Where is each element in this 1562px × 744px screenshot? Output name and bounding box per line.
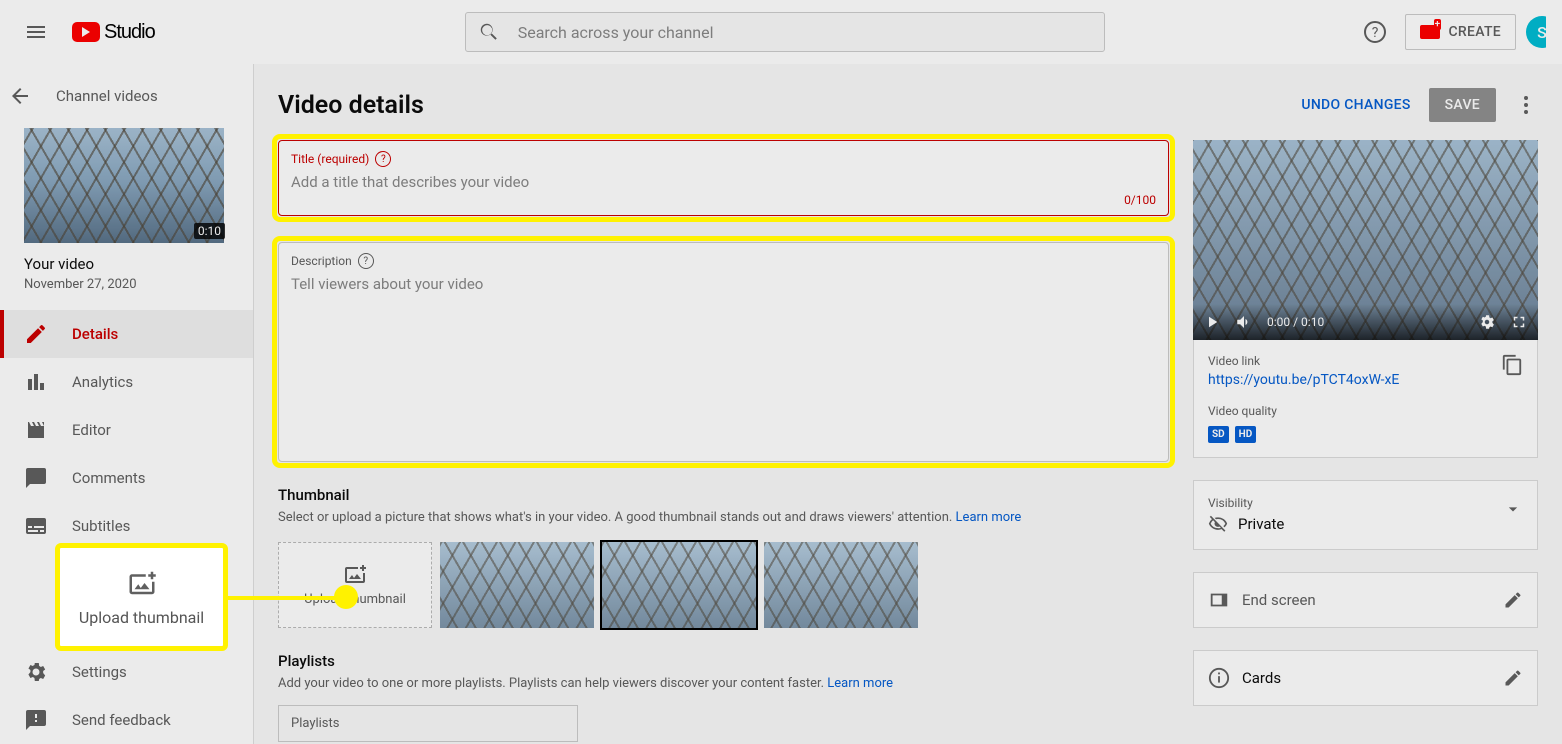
player-time: 0:00 / 0:10: [1267, 315, 1324, 329]
sidebar-video-date: November 27, 2020: [24, 277, 229, 292]
auto-thumbnail-1[interactable]: [440, 542, 594, 628]
sidebar-item-editor[interactable]: Editor: [0, 406, 253, 454]
playlists-learn-more[interactable]: Learn more: [827, 676, 893, 691]
video-thumbnail-preview[interactable]: 0:10: [24, 128, 229, 243]
description-input[interactable]: [291, 269, 1156, 295]
playlists-heading: Playlists: [278, 652, 1169, 670]
thumbnail-learn-more[interactable]: Learn more: [956, 510, 1022, 525]
pencil-icon[interactable]: [1503, 590, 1523, 610]
title-char-count: 0/100: [291, 193, 1156, 207]
search-placeholder: Search across your channel: [518, 23, 714, 42]
tutorial-callout-dot: [334, 585, 358, 609]
video-player[interactable]: 0:00 / 0:10: [1193, 140, 1538, 340]
more-options-icon[interactable]: [1514, 93, 1538, 117]
help-icon[interactable]: ?: [375, 151, 391, 167]
visibility-selector[interactable]: Visibility Private: [1193, 480, 1538, 550]
undo-changes-button[interactable]: UNDO CHANGES: [1301, 97, 1410, 113]
page-title: Video details: [278, 91, 424, 120]
playlists-select[interactable]: Playlists: [278, 705, 578, 742]
arrow-back-icon: [8, 84, 32, 108]
hd-badge: HD: [1235, 426, 1257, 443]
comments-icon: [24, 466, 48, 490]
cards-row[interactable]: Cards: [1193, 650, 1538, 706]
sidebar-item-feedback[interactable]: Send feedback: [0, 696, 253, 744]
video-quality-label: Video quality: [1208, 404, 1523, 418]
pencil-icon[interactable]: [1503, 668, 1523, 688]
description-field[interactable]: Description ?: [278, 242, 1169, 462]
sidebar-item-comments[interactable]: Comments: [0, 454, 253, 502]
analytics-icon: [24, 370, 48, 394]
thumbnail-heading: Thumbnail: [278, 486, 1169, 504]
info-icon: [1208, 667, 1230, 689]
video-link-label: Video link: [1208, 354, 1399, 368]
upload-thumbnail-button[interactable]: Upload thumbnail: [278, 542, 432, 628]
sidebar-item-analytics[interactable]: Analytics: [0, 358, 253, 406]
add-image-icon: [127, 568, 157, 598]
sd-badge: SD: [1208, 426, 1229, 443]
logo-text: Studio: [104, 21, 155, 44]
video-info-card: Video link https://youtu.be/pTCT4oxW-xE …: [1193, 340, 1538, 458]
save-button[interactable]: SAVE: [1429, 88, 1496, 122]
search-input[interactable]: Search across your channel: [465, 12, 1105, 52]
search-icon: [478, 21, 500, 43]
visibility-off-icon: [1208, 514, 1228, 534]
subtitles-icon: [24, 514, 48, 538]
play-icon[interactable]: [1203, 313, 1221, 331]
sidebar-video-title: Your video: [24, 255, 229, 273]
sidebar-item-settings[interactable]: Settings: [0, 648, 253, 696]
tutorial-callout: Upload thumbnail: [55, 543, 228, 651]
gear-icon: [24, 660, 48, 684]
thumbnail-duration: 0:10: [194, 223, 225, 239]
app-header: Studio Search across your channel ? CREA…: [0, 0, 1562, 64]
youtube-play-icon: [72, 22, 100, 42]
back-to-channel-videos[interactable]: Channel videos: [0, 72, 253, 120]
video-link[interactable]: https://youtu.be/pTCT4oxW-xE: [1208, 372, 1399, 388]
account-avatar[interactable]: S: [1526, 16, 1546, 48]
svg-text:?: ?: [1372, 25, 1379, 41]
auto-thumbnail-3[interactable]: [764, 542, 918, 628]
fullscreen-icon[interactable]: [1510, 313, 1528, 331]
chevron-down-icon: [1503, 499, 1523, 519]
help-icon[interactable]: ?: [1355, 12, 1395, 52]
add-image-icon: [343, 562, 367, 586]
end-screen-row[interactable]: End screen: [1193, 572, 1538, 628]
editor-icon: [24, 418, 48, 442]
create-camera-icon: [1420, 25, 1440, 39]
volume-icon[interactable]: [1235, 313, 1253, 331]
create-label: CREATE: [1448, 24, 1501, 40]
pencil-icon: [24, 322, 48, 346]
auto-thumbnail-2[interactable]: [602, 542, 756, 628]
tutorial-callout-line: [228, 596, 346, 600]
title-input[interactable]: [291, 167, 1156, 193]
main-content: Video details UNDO CHANGES SAVE Title (r…: [254, 64, 1562, 744]
help-icon[interactable]: ?: [358, 253, 374, 269]
end-screen-icon: [1208, 589, 1230, 611]
studio-logo[interactable]: Studio: [72, 21, 155, 44]
copy-icon[interactable]: [1501, 354, 1523, 376]
title-field[interactable]: Title (required) ? 0/100: [278, 140, 1169, 216]
settings-gear-icon[interactable]: [1478, 313, 1496, 331]
menu-icon[interactable]: [16, 12, 56, 52]
sidebar-item-details[interactable]: Details: [0, 310, 253, 358]
feedback-icon: [24, 708, 48, 732]
create-button[interactable]: CREATE: [1405, 14, 1516, 50]
